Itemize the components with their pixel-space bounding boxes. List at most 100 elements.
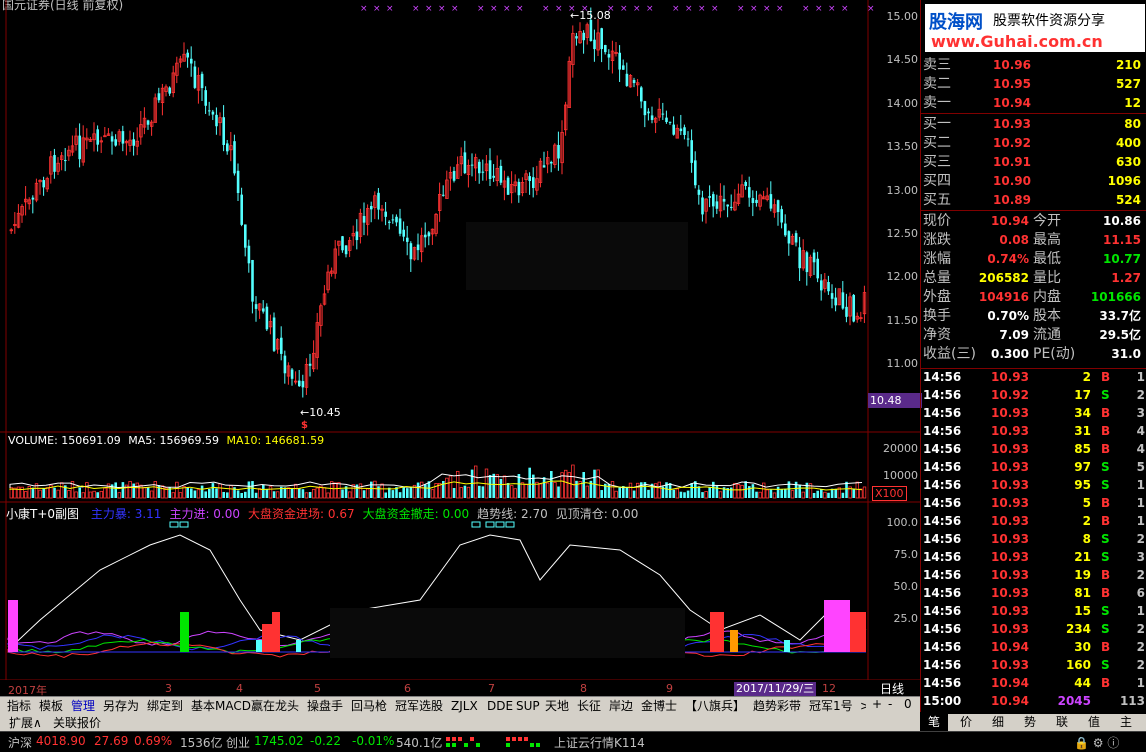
toolbar-item[interactable]: 冠军1号 (806, 697, 856, 715)
bid-label: 买三 (923, 154, 951, 170)
right-tab[interactable]: 价 (952, 714, 980, 731)
ask-row[interactable]: 卖二 10.95 527 (921, 75, 1143, 93)
candlestick-chart[interactable]: × × × × × × × × × × × × × × × × × × × × × × × × × × × × × × × × (0, 0, 920, 680)
tick-volume: 95 (1074, 478, 1091, 492)
bid-row[interactable]: 买三 10.91 630 (921, 153, 1143, 171)
tick-count: 1 (1136, 496, 1145, 510)
related-quote-button[interactable]: 关联报价 (50, 714, 104, 732)
quote-row: 现价 10.94 今开 10.86 (921, 212, 1143, 230)
min-price-label: ←10.45 (300, 406, 341, 419)
zoom-in-button[interactable]: + (872, 697, 882, 711)
ask-row[interactable]: 卖三 10.96 210 (921, 56, 1143, 74)
toolbar-item[interactable]: 金博士 (638, 697, 680, 715)
price-axis-label: 13.50 (886, 140, 919, 154)
toolbar-item[interactable]: SUP (513, 697, 543, 715)
bid-volume: 524 (1115, 193, 1141, 207)
sh-change: 27.69 (94, 734, 129, 748)
right-tab[interactable]: 联 (1048, 714, 1076, 731)
right-tab[interactable]: 主 (1112, 714, 1140, 731)
period-area: 日线 (868, 680, 920, 696)
toolbar-item[interactable]: 另存为 (100, 697, 142, 715)
zoom-out-button[interactable]: - (888, 697, 892, 711)
bid-row[interactable]: 买四 10.90 1096 (921, 172, 1143, 190)
toolbar-item[interactable]: DDE (484, 697, 516, 715)
price-axis-label: 14.50 (886, 53, 919, 67)
toolbar-item[interactable]: 岸边 (606, 697, 636, 715)
tick-time: 14:56 (923, 442, 962, 456)
tick-count: 1 (1136, 514, 1145, 528)
tick-volume: 31 (1074, 424, 1091, 438)
lock-icon[interactable]: 🔒 (1074, 736, 1089, 750)
tick-price: 10.93 (991, 604, 1029, 618)
indicator-axis-label: 100.0 (886, 516, 919, 529)
expand-button[interactable]: 扩展∧ (6, 714, 45, 732)
toolbar-item[interactable]: 赢在龙头 (248, 697, 302, 715)
date-axis-label: 8 (580, 682, 587, 695)
quote-label: 最高 (1033, 232, 1061, 248)
price-axis-label: 12.00 (886, 270, 919, 284)
logo-banner: 股海网 股票软件资源分享 www.Guhai.com.cn (925, 4, 1145, 52)
toolbar-item[interactable]: 管理 (68, 697, 98, 715)
tick-volume: 5 (1082, 496, 1091, 510)
volume-legend: VOLUME: 150691.09 MA5: 156969.59 MA10: 1… (8, 434, 325, 447)
right-tab[interactable]: 细 (984, 714, 1012, 731)
tick-time: 14:56 (923, 676, 962, 690)
quote-label: 收益(三) (923, 346, 976, 362)
tick-direction: B (1101, 568, 1111, 582)
toolbar-item[interactable]: 模板 (36, 697, 66, 715)
quote-row: 净资 7.09 流通 29.5亿 (921, 326, 1143, 344)
indicator-value: 主力进: 0.00 (169, 507, 241, 521)
tick-volume: 8 (1082, 532, 1091, 546)
svg-text:×: × (516, 4, 524, 14)
tick-row: 15:00 10.94 2045 113 (921, 692, 1146, 710)
toolbar-item[interactable]: ZJLX (448, 697, 481, 715)
info-icon[interactable]: ⓘ (1107, 736, 1119, 750)
bid-row[interactable]: 买五 10.89 524 (921, 191, 1143, 209)
tick-row: 14:56 10.93 15 S 1 (921, 602, 1146, 620)
cy-pct: -0.01% (352, 734, 395, 748)
svg-text:×: × (503, 4, 511, 14)
bid-row[interactable]: 买一 10.93 80 (921, 115, 1143, 133)
bid-price: 10.93 (993, 117, 1031, 131)
bid-volume: 80 (1124, 117, 1141, 131)
indicator-toolbar: 指标 模板 管理 另存为 绑定到 基本MACD 赢在龙头 操盘手 回马枪 冠军选股 ZJLX DDE S… (0, 696, 920, 715)
toolbar-item[interactable]: 冠军选股 (392, 697, 446, 715)
chart-area[interactable]: 国元证券(日线 前复权) × × × × × × × × × × × × × × × × × × × × × × × × × × ×… (0, 0, 922, 697)
indicator-value: 见顶清仓: 0.00 (555, 507, 639, 521)
right-tab[interactable]: 势 (1016, 714, 1044, 731)
quote-label: 外盘 (923, 289, 951, 305)
settings-icon[interactable]: ⚙ (1093, 736, 1104, 750)
toolbar-item[interactable]: 绑定到 (144, 697, 186, 715)
toolbar-item[interactable]: 基本MACD (188, 697, 254, 715)
toolbar-item[interactable]: 指标 (4, 697, 34, 715)
toolbar-item[interactable]: 操盘手 (304, 697, 346, 715)
toolbar-item[interactable]: 回马枪 (348, 697, 390, 715)
right-tab[interactable]: 值 (1080, 714, 1108, 731)
period-label[interactable]: 日线 (880, 680, 904, 697)
toolbar-item[interactable]: 天地 (542, 697, 572, 715)
bid-row[interactable]: 买二 10.92 400 (921, 134, 1143, 152)
right-tab[interactable]: 笔 (920, 714, 948, 731)
tick-direction: S (1101, 478, 1110, 492)
toolbar-item[interactable]: 【八旗兵】 (682, 697, 748, 715)
tick-count: 1 (1136, 370, 1145, 384)
ask-row[interactable]: 卖一 10.94 12 (921, 94, 1143, 112)
quote-label: 量比 (1033, 270, 1061, 286)
ask-volume: 210 (1115, 58, 1141, 72)
toolbar-item[interactable]: 长征 (574, 697, 604, 715)
price-axis-label: 14.00 (886, 96, 919, 110)
cursor-date-tag: 2017/11/29/三 (734, 682, 817, 696)
tick-direction: S (1101, 604, 1110, 618)
tick-price: 10.94 (991, 640, 1029, 654)
svg-text:×: × (737, 4, 745, 14)
tick-row: 14:56 10.93 31 B 4 (921, 422, 1146, 440)
tick-time: 14:56 (923, 532, 962, 546)
quote-value: 0.300 (991, 347, 1029, 361)
indicator-legend: 小康T+0副图 主力暴: 3.11 主力进: 0.00 大盘资金进场: 0.67 大盘… (6, 507, 639, 521)
tick-count: 2 (1136, 388, 1145, 402)
reset-button[interactable]: 0 (904, 697, 912, 711)
quote-label: 内盘 (1033, 289, 1061, 305)
date-axis-label: 3 (165, 682, 172, 695)
toolbar-item[interactable]: 趋势彩带 (750, 697, 804, 715)
svg-text:×: × (685, 4, 693, 14)
